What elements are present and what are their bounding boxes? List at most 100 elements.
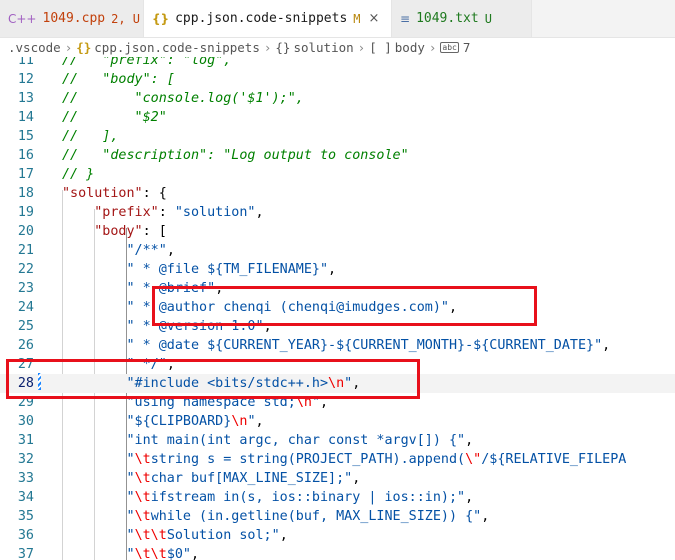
breadcrumb-folder[interactable]: .vscode (8, 40, 61, 55)
code-token: " (126, 490, 135, 505)
code-token: : { (142, 186, 167, 201)
code-token: "/**" (126, 243, 167, 258)
code-line[interactable]: 34 "\tifstream in(s, ios::binary | ios::… (0, 488, 675, 507)
code-token: "body" (94, 224, 143, 239)
breadcrumb-item[interactable]: 7 (463, 40, 471, 55)
line-number: 21 (17, 243, 34, 258)
code-line[interactable]: 32 "\tstring s = string(PROJECT_PATH).ap… (0, 450, 675, 469)
line-text: "prefix": "solution", (62, 203, 264, 222)
code-token: , (328, 262, 337, 277)
line-number: 11 (17, 57, 34, 68)
code-token: // "description": "Log output to console… (62, 148, 409, 163)
breadcrumb-object[interactable]: solution (293, 40, 353, 55)
line-text: "/**", (62, 241, 175, 260)
tab-cpp-json-code-snippets[interactable]: {} cpp.json.code-snippets M × (144, 0, 392, 37)
line-text: // "prefix": "log", (62, 57, 231, 70)
code-line[interactable]: 11 // "prefix": "log", (0, 57, 675, 70)
close-icon[interactable]: × (369, 11, 380, 26)
tab-title: 1049.cpp (42, 11, 106, 26)
line-text: "\t\tSolution sol;", (62, 526, 288, 545)
code-token: \t (134, 509, 151, 524)
code-line[interactable]: 26 " * @date ${CURRENT_YEAR}-${CURRENT_M… (0, 336, 675, 355)
code-line[interactable]: 18 "solution": { (0, 184, 675, 203)
code-token: "${CLIPBOARD} (126, 414, 232, 429)
line-text: " * @file ${TM_FILENAME}", (62, 260, 337, 279)
code-line[interactable]: 33 "\tchar buf[MAX_LINE_SIZE];", (0, 469, 675, 488)
code-line[interactable]: 16 // "description": "Log output to conso… (0, 146, 675, 165)
code-line[interactable]: 22 " * @file ${TM_FILENAME}", (0, 260, 675, 279)
code-line[interactable]: 15 // ], (0, 127, 675, 146)
code-token: , (352, 471, 361, 486)
text-file-icon: ≡ (400, 11, 411, 26)
line-text: // "description": "Log output to console… (62, 146, 409, 165)
line-number: 37 (17, 547, 34, 560)
line-number: 34 (17, 490, 34, 505)
tab-1049-txt[interactable]: ≡ 1049.txt U (392, 0, 532, 37)
code-line[interactable]: 14 // "$2" (0, 108, 675, 127)
line-number: 32 (17, 452, 34, 467)
code-token: "int main(int argc, char const *argv[]) … (126, 433, 466, 448)
code-line[interactable]: 35 "\twhile (in.getline(buf, MAX_LINE_SI… (0, 507, 675, 526)
line-text: // "console.log('$1');", (62, 89, 304, 108)
code-token: \t (134, 471, 151, 486)
annotation-highlight-author (152, 286, 537, 326)
line-text: // "$2" (62, 108, 167, 127)
code-line[interactable]: 21 "/**", (0, 241, 675, 260)
code-line[interactable]: 30 "${CLIPBOARD}\n", (0, 412, 675, 431)
code-line[interactable]: 17 // } (0, 165, 675, 184)
line-text: "\tifstream in(s, ios::binary | ios::in)… (62, 488, 474, 507)
chevron-right-icon: › (263, 39, 272, 55)
code-token: \t\t (134, 528, 167, 543)
breadcrumb-array[interactable]: body (395, 40, 425, 55)
code-token: // "console.log('$1');", (62, 91, 304, 106)
json-braces-icon: {} (76, 39, 92, 55)
code-token: Solution sol;" (166, 528, 280, 543)
code-token: ifstream in(s, ios::binary | ios::in);" (150, 490, 466, 505)
code-line[interactable]: 19 "prefix": "solution", (0, 203, 675, 222)
code-token: \t (134, 490, 151, 505)
breadcrumb-file[interactable]: cpp.json.code-snippets (94, 40, 260, 55)
line-number: 18 (17, 186, 34, 201)
line-text: "body": [ (62, 222, 167, 241)
code-token: , (279, 528, 288, 543)
code-line[interactable]: 12 // "body": [ (0, 70, 675, 89)
code-token: " * @file ${TM_FILENAME}" (126, 262, 329, 277)
code-line[interactable]: 31 "int main(int argc, char const *argv[… (0, 431, 675, 450)
code-line[interactable]: 37 "\t\t$0", (0, 545, 675, 560)
tab-status-badge: U (484, 11, 492, 26)
line-number: 35 (17, 509, 34, 524)
code-token: , (166, 243, 175, 258)
line-text: "\twhile (in.getline(buf, MAX_LINE_SIZE)… (62, 507, 490, 526)
code-line[interactable]: 36 "\t\tSolution sol;", (0, 526, 675, 545)
code-token: " (247, 414, 256, 429)
code-token: , (255, 205, 264, 220)
line-text: " * @date ${CURRENT_YEAR}-${CURRENT_MONT… (62, 336, 611, 355)
tab-status-badge: M (353, 11, 361, 26)
line-text: "${CLIPBOARD}\n", (62, 412, 264, 431)
code-token: string s = string(PROJECT_PATH).append( (150, 452, 466, 467)
code-token: , (602, 338, 611, 353)
code-token: " (126, 528, 135, 543)
code-token: // "$2" (62, 110, 167, 125)
line-number: 31 (17, 433, 34, 448)
line-text: "\tchar buf[MAX_LINE_SIZE];", (62, 469, 361, 488)
line-number: 25 (17, 319, 34, 334)
code-token: : [ (142, 224, 167, 239)
editor-tab-bar: C++ 1049.cpp 2, U {} cpp.json.code-snipp… (0, 0, 675, 38)
line-text: "solution": { (62, 184, 167, 203)
code-token: " (126, 509, 135, 524)
code-token: \t\t (134, 547, 167, 560)
code-editor[interactable]: 11 // "prefix": "log", 12 // "body": [13 // … (0, 57, 675, 560)
code-line[interactable]: 20 "body": [ (0, 222, 675, 241)
tab-1049-cpp[interactable]: C++ 1049.cpp 2, U (0, 0, 144, 37)
code-line[interactable]: 13 // "console.log('$1');", (0, 89, 675, 108)
